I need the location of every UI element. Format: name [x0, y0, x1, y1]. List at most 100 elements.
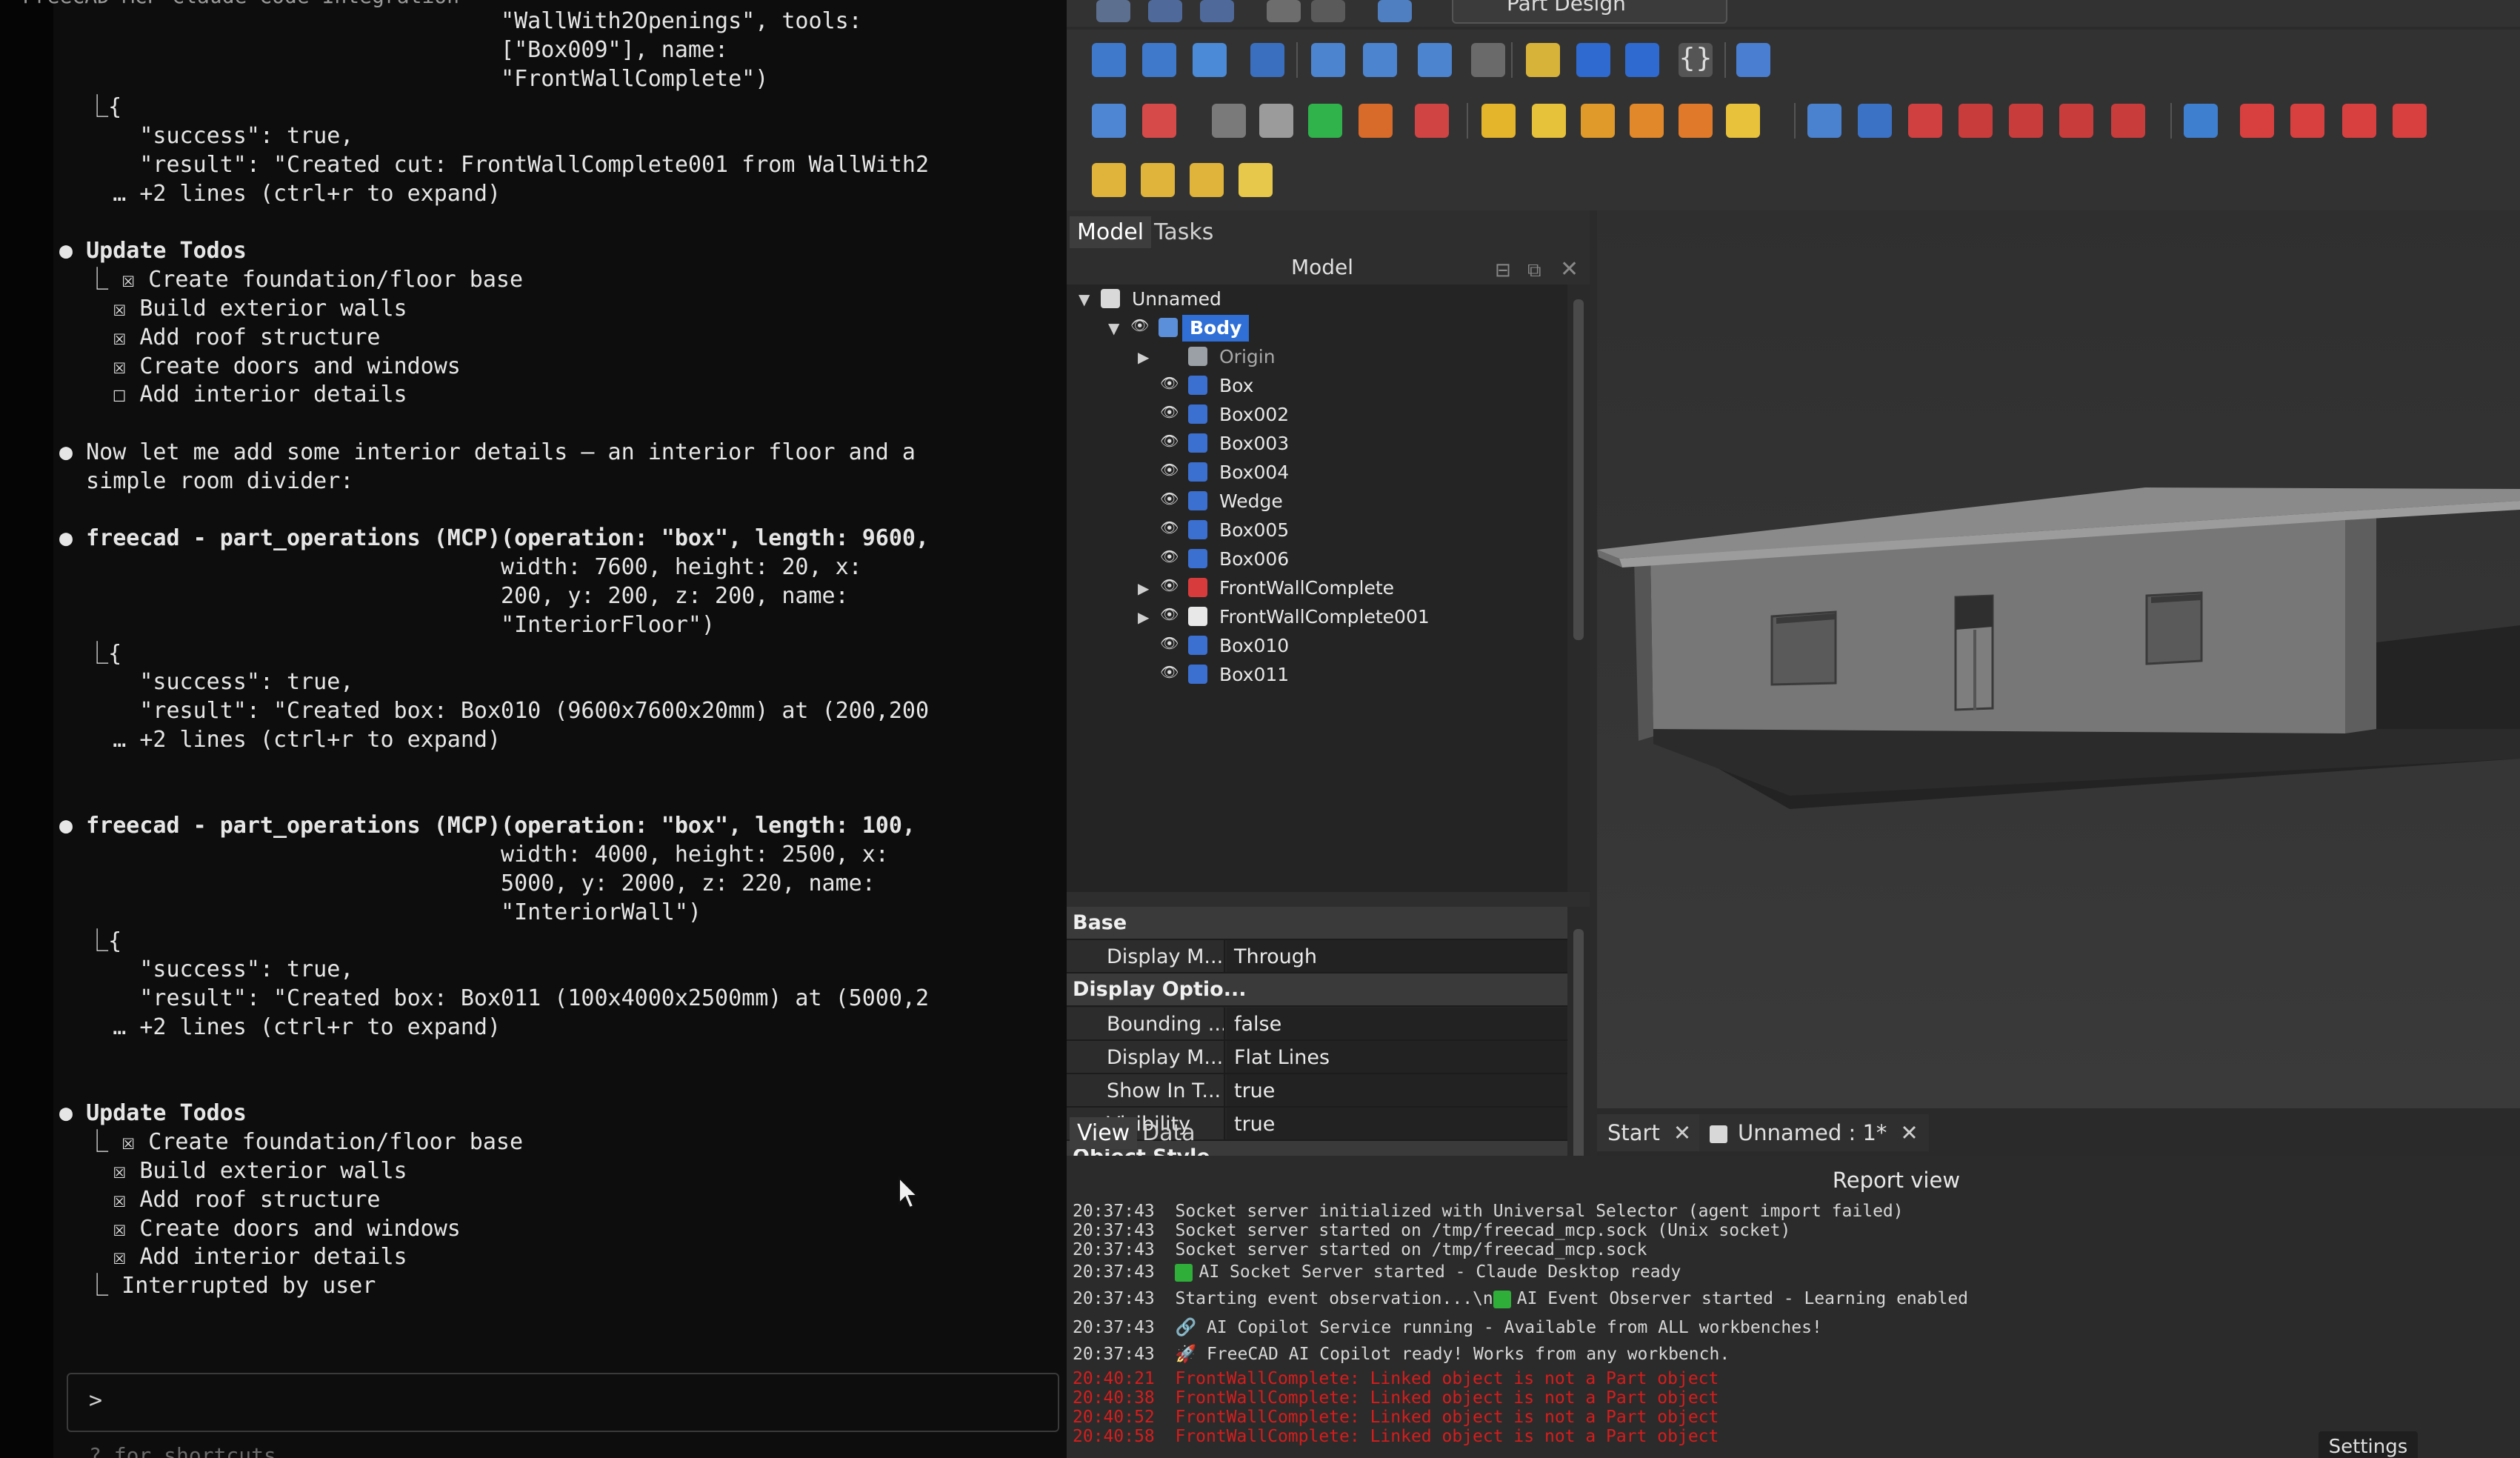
link-icon[interactable] [1625, 43, 1659, 77]
revolution-icon[interactable] [1532, 104, 1566, 138]
settings-button[interactable]: Settings [2319, 1431, 2418, 1458]
subtractive-loft-icon[interactable] [1959, 104, 1993, 138]
subtractive-primitive-icon[interactable] [2111, 104, 2145, 138]
visibility-eye-icon[interactable]: 👁 [1130, 316, 1149, 334]
property-row[interactable]: Display M... Through [1067, 940, 1567, 974]
fillet-icon[interactable] [2240, 104, 2274, 138]
tab-tasks[interactable]: Tasks [1147, 216, 1221, 248]
tree-item[interactable]: ▶ 👁 FrontWallComplete001 [1067, 602, 1567, 630]
visibility-eye-icon[interactable]: 👁 [1160, 634, 1179, 652]
create-sketch-icon[interactable] [1142, 104, 1176, 138]
multi-transform-icon[interactable] [1239, 163, 1273, 197]
close-icon[interactable]: ✕ [1900, 1120, 1918, 1145]
group-icon[interactable] [1576, 43, 1610, 77]
subtractive-helix-icon[interactable] [2059, 104, 2093, 138]
property-value[interactable]: true [1227, 1108, 1567, 1140]
std-tool-icon[interactable] [1471, 43, 1505, 77]
redo-icon[interactable] [1311, 0, 1345, 22]
undo-icon[interactable] [1267, 0, 1301, 22]
property-row[interactable]: Display M... Flat Lines [1067, 1040, 1567, 1074]
doc-tab-unnamed[interactable]: Unnamed : 1* ✕ [1699, 1114, 1929, 1151]
helix-icon[interactable] [1679, 104, 1713, 138]
hole-icon[interactable] [1858, 104, 1892, 138]
3d-viewport[interactable] [1597, 210, 2520, 1108]
open-file-icon[interactable] [1148, 0, 1182, 22]
part-icon[interactable] [1526, 43, 1560, 77]
tab-data[interactable]: Data [1135, 1117, 1203, 1149]
visibility-eye-icon[interactable]: 👁 [1160, 519, 1179, 536]
terminal-input-box[interactable]: > [67, 1373, 1059, 1432]
mirrored-icon[interactable] [1092, 163, 1126, 197]
tree-item[interactable]: 👁 Box003 [1067, 429, 1567, 457]
datum-plane-icon[interactable] [1415, 104, 1449, 138]
chevron-right-icon[interactable]: ▶ [1138, 608, 1149, 626]
draft-icon[interactable] [2342, 104, 2376, 138]
fit-all-icon[interactable] [1092, 43, 1126, 77]
property-value[interactable]: true [1227, 1074, 1567, 1106]
tree-item[interactable]: 👁 Box010 [1067, 631, 1567, 659]
chamfer-icon[interactable] [2290, 104, 2324, 138]
property-value[interactable]: false [1227, 1007, 1567, 1039]
tree-scrollbar[interactable] [1567, 284, 1590, 892]
chevron-right-icon[interactable]: ▶ [1138, 348, 1149, 366]
visibility-eye-icon[interactable]: 👁 [1160, 490, 1179, 507]
pipe-icon[interactable] [1630, 104, 1664, 138]
tab-model[interactable]: Model [1070, 216, 1152, 248]
subtractive-pipe-icon[interactable] [2009, 104, 2043, 138]
view-front-icon[interactable] [1250, 43, 1284, 77]
tree-item[interactable]: 👁 Box005 [1067, 516, 1567, 544]
workbench-selector[interactable]: Part Design [1452, 0, 1727, 24]
groove-icon[interactable] [1908, 104, 1942, 138]
boolean-icon[interactable] [2184, 104, 2218, 138]
chevron-down-icon[interactable]: ▼ [1108, 319, 1119, 337]
property-group[interactable]: Base [1067, 907, 1567, 940]
chevron-down-icon[interactable]: ▼ [1079, 290, 1090, 308]
undock-panel-icon[interactable]: ⧉ [1527, 259, 1541, 282]
visibility-eye-icon[interactable]: 👁 [1160, 374, 1179, 392]
tree-item[interactable]: 👁 Box [1067, 371, 1567, 399]
tree-item[interactable]: ▶ Origin [1067, 342, 1567, 370]
linear-pattern-icon[interactable] [1141, 163, 1175, 197]
pad-icon[interactable] [1481, 104, 1516, 138]
tree-item[interactable]: ▼ 👁 Body [1067, 313, 1567, 342]
visibility-eye-icon[interactable]: 👁 [1160, 432, 1179, 450]
thickness-icon[interactable] [2393, 104, 2427, 138]
tree-item[interactable]: 👁 Box002 [1067, 400, 1567, 428]
tree-item[interactable]: 👁 Box006 [1067, 545, 1567, 573]
shape-binder-icon[interactable] [1259, 104, 1293, 138]
doc-tab-start[interactable]: Start ✕ [1597, 1114, 1702, 1151]
visibility-eye-icon[interactable]: 👁 [1160, 403, 1179, 421]
save-file-icon[interactable] [1200, 0, 1234, 22]
tab-view[interactable]: View [1070, 1117, 1138, 1149]
visibility-eye-icon[interactable]: 👁 [1160, 547, 1179, 565]
visibility-eye-icon[interactable]: 👁 [1160, 576, 1179, 594]
property-value[interactable]: Flat Lines [1227, 1040, 1567, 1073]
refresh-icon[interactable] [1378, 0, 1412, 22]
close-icon[interactable]: ✕ [1673, 1120, 1691, 1145]
close-panel-icon[interactable]: ✕ [1560, 256, 1579, 282]
macro-braces-icon[interactable]: {} [1679, 43, 1713, 77]
tree-item[interactable]: 👁 Box004 [1067, 458, 1567, 486]
visibility-eye-icon[interactable]: 👁 [1160, 605, 1179, 623]
tree-item[interactable]: 👁 Wedge [1067, 487, 1567, 515]
draw-style-icon[interactable] [1311, 43, 1345, 77]
tree-item[interactable]: ▼ Unnamed [1067, 284, 1567, 313]
fit-selection-icon[interactable] [1142, 43, 1176, 77]
additive-primitive-icon[interactable] [1726, 104, 1760, 138]
polar-pattern-icon[interactable] [1190, 163, 1224, 197]
clone-icon[interactable] [1359, 104, 1393, 138]
bounding-box-icon[interactable] [1363, 43, 1397, 77]
tree-item[interactable]: 👁 Box011 [1067, 660, 1567, 688]
visibility-eye-icon[interactable]: 👁 [1160, 663, 1179, 681]
pocket-icon[interactable] [1807, 104, 1841, 138]
property-group[interactable]: Display Optio... [1067, 973, 1567, 1008]
new-file-icon[interactable] [1096, 0, 1130, 22]
create-body-icon[interactable] [1092, 104, 1126, 138]
view-isometric-icon[interactable] [1193, 43, 1227, 77]
subshape-binder-icon[interactable] [1308, 104, 1342, 138]
measure-icon[interactable] [1418, 43, 1452, 77]
tree-item[interactable]: ▶ 👁 FrontWallComplete [1067, 573, 1567, 602]
loft-icon[interactable] [1581, 104, 1615, 138]
property-value[interactable]: Through [1227, 940, 1567, 973]
chevron-right-icon[interactable]: ▶ [1138, 579, 1149, 597]
